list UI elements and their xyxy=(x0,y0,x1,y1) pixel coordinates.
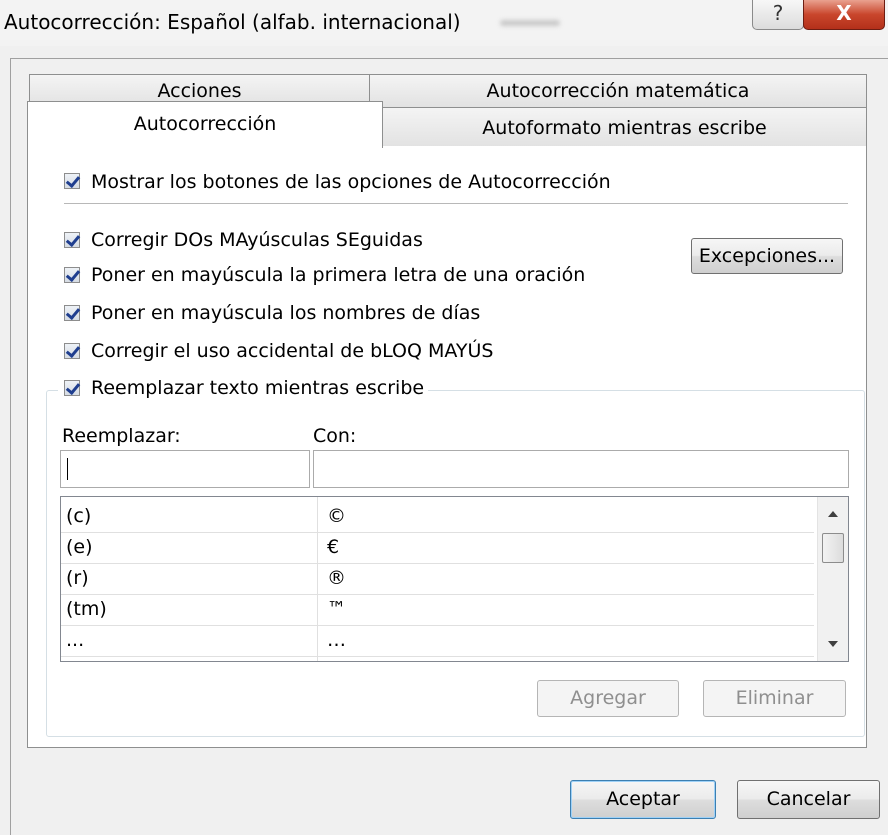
list-item[interactable]: ... … xyxy=(61,625,814,657)
dialog-frame-left xyxy=(10,58,11,835)
help-icon: ? xyxy=(772,1,784,25)
vertical-scrollbar[interactable] xyxy=(817,497,848,661)
two-caps-checkbox[interactable] xyxy=(64,232,80,248)
entry-to: … xyxy=(327,629,346,651)
show-buttons-label: Mostrar los botones de las opciones de A… xyxy=(91,171,611,193)
sentence-cap-label: Poner en mayúscula la primera letra de u… xyxy=(91,264,586,286)
replace-text-checkbox[interactable] xyxy=(64,380,80,396)
list-item[interactable]: (e) € xyxy=(61,532,814,564)
exceptions-button[interactable]: Excepciones... xyxy=(691,238,843,274)
cancel-button[interactable]: Cancelar xyxy=(737,780,880,819)
list-item[interactable]: (r) ® xyxy=(61,563,814,595)
ok-button[interactable]: Aceptar xyxy=(570,780,716,819)
help-button[interactable]: ? xyxy=(752,0,804,30)
tab-label: Autocorrección xyxy=(133,113,277,135)
scroll-thumb[interactable] xyxy=(822,533,844,563)
entry-to: € xyxy=(327,536,340,558)
day-names-label: Poner en mayúscula los nombres de días xyxy=(91,302,481,324)
scroll-up-icon[interactable] xyxy=(828,511,838,517)
replace-input[interactable] xyxy=(60,450,310,488)
entry-from: (tm) xyxy=(66,598,107,620)
two-caps-label: Corregir DOs MAyúsculas SEguidas xyxy=(91,229,423,251)
list-item[interactable]: (c) © xyxy=(61,501,814,533)
dialog-frame-top xyxy=(10,58,888,59)
entry-to: ® xyxy=(327,567,346,589)
replace-entries-list[interactable]: (c) © (e) € (r) ® (tm) ™ ... … xyxy=(60,496,849,662)
tab-autoformato[interactable]: Autoformato mientras escribe xyxy=(382,107,867,147)
blurred-text-smudge xyxy=(500,20,560,26)
day-names-checkbox[interactable] xyxy=(64,305,80,321)
with-label: Con: xyxy=(313,425,357,447)
text-caret xyxy=(67,458,68,480)
show-buttons-checkbox[interactable] xyxy=(64,173,80,189)
sentence-cap-checkbox[interactable] xyxy=(64,267,80,283)
replace-label: Reemplazar: xyxy=(62,425,181,447)
tab-autocorreccion-matematica[interactable]: Autocorrección matemática xyxy=(369,74,867,107)
entry-from: (e) xyxy=(66,536,93,558)
close-button[interactable]: X xyxy=(803,0,885,30)
delete-button[interactable]: Eliminar xyxy=(703,680,846,717)
tab-label: Acciones xyxy=(157,80,242,102)
close-icon: X xyxy=(836,1,852,25)
caps-lock-label: Corregir el uso accidental de bLOQ MAYÚS xyxy=(91,340,494,362)
scroll-down-icon[interactable] xyxy=(828,641,838,647)
caps-lock-checkbox[interactable] xyxy=(64,343,80,359)
replace-text-label: Reemplazar texto mientras escribe xyxy=(91,377,425,399)
separator xyxy=(64,203,848,204)
tab-label: Autoformato mientras escribe xyxy=(482,117,767,139)
entry-to: ™ xyxy=(327,598,346,620)
tab-label: Autocorrección matemática xyxy=(486,80,750,102)
entry-from: (r) xyxy=(66,567,89,589)
entry-from: (c) xyxy=(66,505,92,527)
add-button[interactable]: Agregar xyxy=(537,680,679,717)
with-input[interactable] xyxy=(313,450,849,488)
entry-from: ... xyxy=(66,629,85,651)
entry-to: © xyxy=(327,505,346,527)
list-item[interactable]: (tm) ™ xyxy=(61,594,814,626)
window-title: Autocorrección: Español (alfab. internac… xyxy=(4,10,461,34)
tab-autocorreccion[interactable]: Autocorrección xyxy=(27,101,383,148)
